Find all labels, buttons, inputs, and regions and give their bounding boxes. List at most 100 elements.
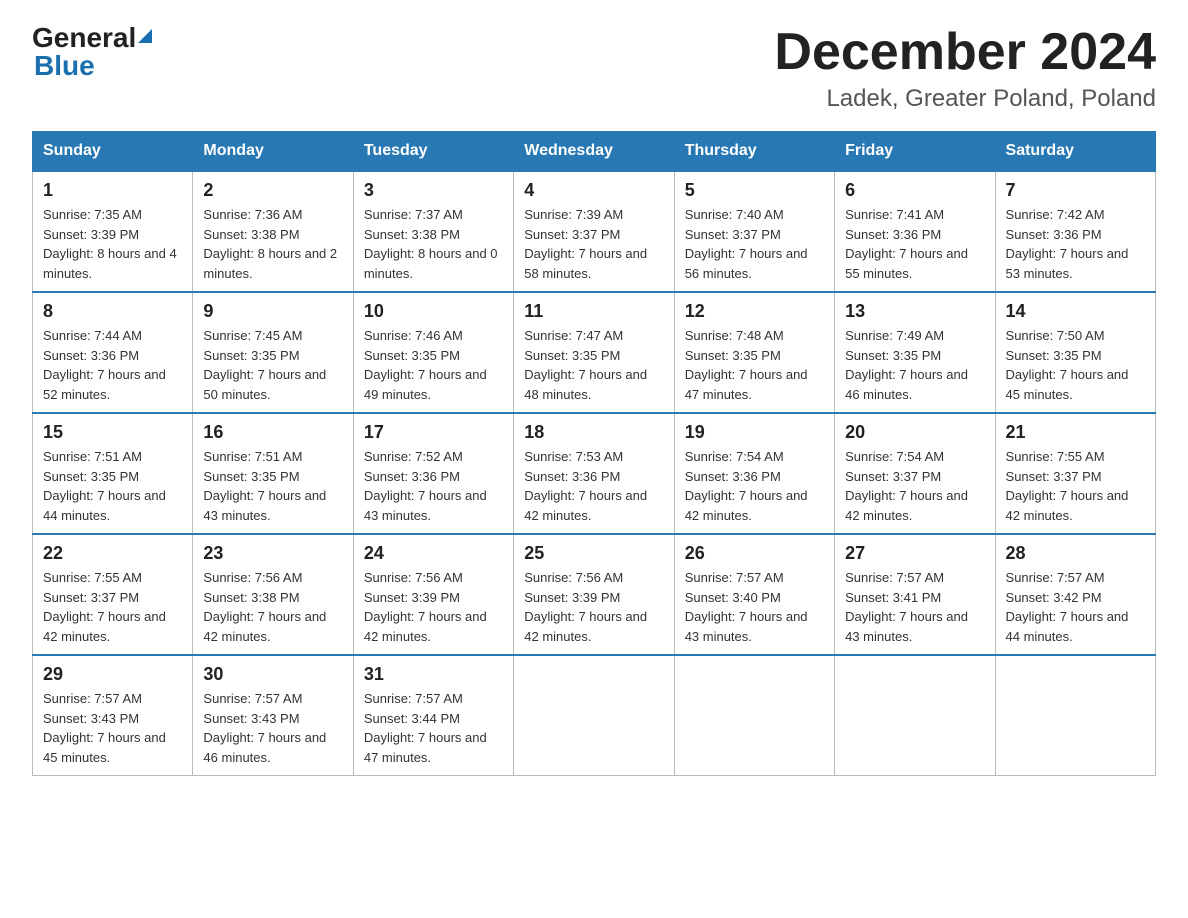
weekday-header-wednesday: Wednesday (514, 132, 674, 172)
calendar-cell: 22 Sunrise: 7:55 AM Sunset: 3:37 PM Dayl… (33, 534, 193, 655)
day-info: Sunrise: 7:57 AM Sunset: 3:43 PM Dayligh… (203, 689, 342, 767)
day-number: 27 (845, 543, 984, 564)
day-info: Sunrise: 7:44 AM Sunset: 3:36 PM Dayligh… (43, 326, 182, 404)
day-info: Sunrise: 7:40 AM Sunset: 3:37 PM Dayligh… (685, 205, 824, 283)
calendar-cell: 2 Sunrise: 7:36 AM Sunset: 3:38 PM Dayli… (193, 171, 353, 292)
calendar-cell: 25 Sunrise: 7:56 AM Sunset: 3:39 PM Dayl… (514, 534, 674, 655)
calendar-cell: 29 Sunrise: 7:57 AM Sunset: 3:43 PM Dayl… (33, 655, 193, 776)
day-number: 29 (43, 664, 182, 685)
week-row-4: 22 Sunrise: 7:55 AM Sunset: 3:37 PM Dayl… (33, 534, 1156, 655)
day-number: 19 (685, 422, 824, 443)
week-row-1: 1 Sunrise: 7:35 AM Sunset: 3:39 PM Dayli… (33, 171, 1156, 292)
day-info: Sunrise: 7:54 AM Sunset: 3:37 PM Dayligh… (845, 447, 984, 525)
weekday-header-saturday: Saturday (995, 132, 1155, 172)
weekday-header-friday: Friday (835, 132, 995, 172)
day-info: Sunrise: 7:57 AM Sunset: 3:44 PM Dayligh… (364, 689, 503, 767)
day-number: 28 (1006, 543, 1145, 564)
day-number: 17 (364, 422, 503, 443)
calendar-cell: 17 Sunrise: 7:52 AM Sunset: 3:36 PM Dayl… (353, 413, 513, 534)
calendar-cell: 6 Sunrise: 7:41 AM Sunset: 3:36 PM Dayli… (835, 171, 995, 292)
day-number: 8 (43, 301, 182, 322)
calendar-cell: 13 Sunrise: 7:49 AM Sunset: 3:35 PM Dayl… (835, 292, 995, 413)
calendar-cell: 4 Sunrise: 7:39 AM Sunset: 3:37 PM Dayli… (514, 171, 674, 292)
day-info: Sunrise: 7:49 AM Sunset: 3:35 PM Dayligh… (845, 326, 984, 404)
logo-text: General (32, 24, 152, 52)
day-info: Sunrise: 7:46 AM Sunset: 3:35 PM Dayligh… (364, 326, 503, 404)
calendar-cell: 12 Sunrise: 7:48 AM Sunset: 3:35 PM Dayl… (674, 292, 834, 413)
calendar-cell: 26 Sunrise: 7:57 AM Sunset: 3:40 PM Dayl… (674, 534, 834, 655)
calendar-cell: 19 Sunrise: 7:54 AM Sunset: 3:36 PM Dayl… (674, 413, 834, 534)
day-info: Sunrise: 7:47 AM Sunset: 3:35 PM Dayligh… (524, 326, 663, 404)
calendar-cell: 30 Sunrise: 7:57 AM Sunset: 3:43 PM Dayl… (193, 655, 353, 776)
calendar-cell: 24 Sunrise: 7:56 AM Sunset: 3:39 PM Dayl… (353, 534, 513, 655)
day-info: Sunrise: 7:36 AM Sunset: 3:38 PM Dayligh… (203, 205, 342, 283)
day-number: 31 (364, 664, 503, 685)
calendar-table: SundayMondayTuesdayWednesdayThursdayFrid… (32, 131, 1156, 776)
weekday-header-monday: Monday (193, 132, 353, 172)
day-info: Sunrise: 7:57 AM Sunset: 3:41 PM Dayligh… (845, 568, 984, 646)
day-number: 16 (203, 422, 342, 443)
header: General Blue December 2024 Ladek, Greate… (32, 24, 1156, 113)
calendar-cell: 23 Sunrise: 7:56 AM Sunset: 3:38 PM Dayl… (193, 534, 353, 655)
day-number: 15 (43, 422, 182, 443)
calendar-cell: 15 Sunrise: 7:51 AM Sunset: 3:35 PM Dayl… (33, 413, 193, 534)
calendar-cell: 20 Sunrise: 7:54 AM Sunset: 3:37 PM Dayl… (835, 413, 995, 534)
day-number: 6 (845, 180, 984, 201)
day-number: 25 (524, 543, 663, 564)
day-number: 13 (845, 301, 984, 322)
day-number: 2 (203, 180, 342, 201)
calendar-cell: 21 Sunrise: 7:55 AM Sunset: 3:37 PM Dayl… (995, 413, 1155, 534)
day-number: 5 (685, 180, 824, 201)
calendar-cell: 28 Sunrise: 7:57 AM Sunset: 3:42 PM Dayl… (995, 534, 1155, 655)
day-number: 14 (1006, 301, 1145, 322)
logo: General Blue (32, 24, 152, 82)
day-number: 7 (1006, 180, 1145, 201)
calendar-cell (835, 655, 995, 776)
day-number: 24 (364, 543, 503, 564)
day-info: Sunrise: 7:56 AM Sunset: 3:38 PM Dayligh… (203, 568, 342, 646)
day-info: Sunrise: 7:56 AM Sunset: 3:39 PM Dayligh… (364, 568, 503, 646)
day-number: 22 (43, 543, 182, 564)
day-number: 23 (203, 543, 342, 564)
weekday-header-row: SundayMondayTuesdayWednesdayThursdayFrid… (33, 132, 1156, 172)
day-info: Sunrise: 7:50 AM Sunset: 3:35 PM Dayligh… (1006, 326, 1145, 404)
day-info: Sunrise: 7:57 AM Sunset: 3:40 PM Dayligh… (685, 568, 824, 646)
calendar-cell: 3 Sunrise: 7:37 AM Sunset: 3:38 PM Dayli… (353, 171, 513, 292)
day-number: 18 (524, 422, 663, 443)
day-number: 12 (685, 301, 824, 322)
day-number: 21 (1006, 422, 1145, 443)
day-number: 1 (43, 180, 182, 201)
calendar-cell: 27 Sunrise: 7:57 AM Sunset: 3:41 PM Dayl… (835, 534, 995, 655)
day-number: 10 (364, 301, 503, 322)
calendar-cell (674, 655, 834, 776)
day-number: 30 (203, 664, 342, 685)
week-row-2: 8 Sunrise: 7:44 AM Sunset: 3:36 PM Dayli… (33, 292, 1156, 413)
day-info: Sunrise: 7:37 AM Sunset: 3:38 PM Dayligh… (364, 205, 503, 283)
day-info: Sunrise: 7:39 AM Sunset: 3:37 PM Dayligh… (524, 205, 663, 283)
day-number: 20 (845, 422, 984, 443)
calendar-cell (514, 655, 674, 776)
calendar-cell: 16 Sunrise: 7:51 AM Sunset: 3:35 PM Dayl… (193, 413, 353, 534)
title-section: December 2024 Ladek, Greater Poland, Pol… (774, 24, 1156, 113)
weekday-header-tuesday: Tuesday (353, 132, 513, 172)
day-info: Sunrise: 7:51 AM Sunset: 3:35 PM Dayligh… (43, 447, 182, 525)
day-number: 9 (203, 301, 342, 322)
day-info: Sunrise: 7:53 AM Sunset: 3:36 PM Dayligh… (524, 447, 663, 525)
calendar-cell: 11 Sunrise: 7:47 AM Sunset: 3:35 PM Dayl… (514, 292, 674, 413)
calendar-cell: 10 Sunrise: 7:46 AM Sunset: 3:35 PM Dayl… (353, 292, 513, 413)
location-title: Ladek, Greater Poland, Poland (774, 85, 1156, 113)
day-info: Sunrise: 7:55 AM Sunset: 3:37 PM Dayligh… (43, 568, 182, 646)
calendar-cell: 5 Sunrise: 7:40 AM Sunset: 3:37 PM Dayli… (674, 171, 834, 292)
day-number: 4 (524, 180, 663, 201)
weekday-header-thursday: Thursday (674, 132, 834, 172)
calendar-cell: 9 Sunrise: 7:45 AM Sunset: 3:35 PM Dayli… (193, 292, 353, 413)
day-info: Sunrise: 7:57 AM Sunset: 3:43 PM Dayligh… (43, 689, 182, 767)
day-info: Sunrise: 7:54 AM Sunset: 3:36 PM Dayligh… (685, 447, 824, 525)
calendar-cell: 7 Sunrise: 7:42 AM Sunset: 3:36 PM Dayli… (995, 171, 1155, 292)
day-info: Sunrise: 7:45 AM Sunset: 3:35 PM Dayligh… (203, 326, 342, 404)
month-title: December 2024 (774, 24, 1156, 81)
calendar-cell: 31 Sunrise: 7:57 AM Sunset: 3:44 PM Dayl… (353, 655, 513, 776)
calendar-cell (995, 655, 1155, 776)
day-number: 26 (685, 543, 824, 564)
day-info: Sunrise: 7:57 AM Sunset: 3:42 PM Dayligh… (1006, 568, 1145, 646)
